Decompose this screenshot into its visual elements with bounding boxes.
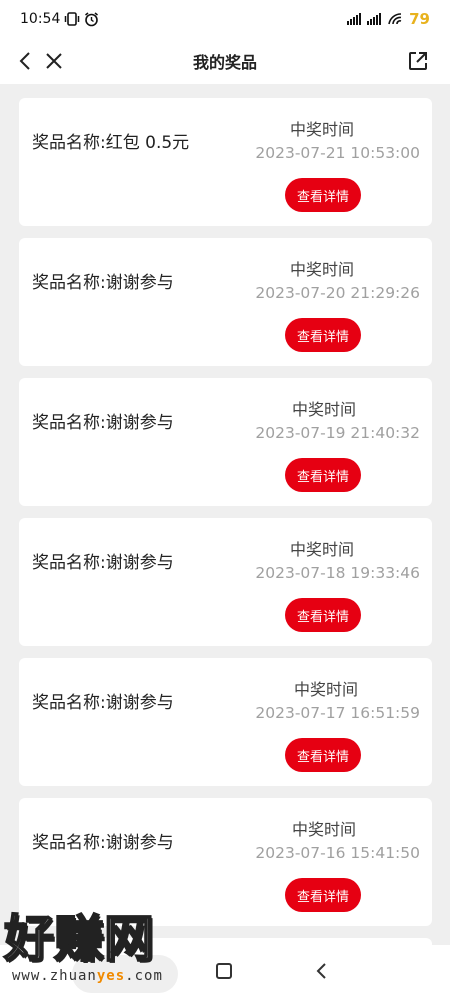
back-triangle-icon[interactable] bbox=[313, 962, 331, 980]
watermark-url: www.zhuanyes.com bbox=[12, 968, 163, 984]
nav-bar: 我的奖品 bbox=[0, 38, 450, 84]
prize-card: 奖品名称:谢谢参与 中奖时间 2023-07-19 21:40:32 查看详情 bbox=[19, 378, 432, 506]
status-right: 79 bbox=[347, 10, 430, 28]
close-icon[interactable] bbox=[42, 49, 66, 73]
win-time-label: 中奖时间 bbox=[293, 680, 358, 699]
status-time: 10:54 bbox=[20, 11, 61, 27]
win-time: 2023-07-20 21:29:26 bbox=[255, 284, 420, 302]
prize-card: 奖品名称:红包 0.5元 中奖时间 2023-07-21 10:53:00 查看… bbox=[19, 98, 432, 226]
signal-icon bbox=[367, 13, 382, 25]
prize-name: 奖品名称:谢谢参与 bbox=[32, 553, 174, 573]
status-left: 10:54 bbox=[20, 11, 99, 27]
battery-level: 79 bbox=[409, 10, 430, 28]
status-bar: 10:54 79 bbox=[0, 0, 450, 38]
win-time: 2023-07-19 21:40:32 bbox=[255, 424, 420, 442]
view-details-button[interactable]: 查看详情 bbox=[285, 318, 361, 352]
view-details-button[interactable]: 查看详情 bbox=[285, 178, 361, 212]
prize-name: 奖品名称:谢谢参与 bbox=[32, 413, 174, 433]
site-watermark: 好赚网 www.zhuanyes.com bbox=[3, 908, 194, 988]
watermark-logo-text: 好赚网 bbox=[3, 909, 155, 969]
win-time-label: 中奖时间 bbox=[291, 400, 356, 419]
prize-card: 奖品名称:谢谢参与 中奖时间 2023-07-18 19:33:46 查看详情 bbox=[19, 518, 432, 646]
prize-list: 奖品名称:红包 0.5元 中奖时间 2023-07-21 10:53:00 查看… bbox=[19, 98, 432, 978]
back-arrow-icon[interactable] bbox=[14, 49, 38, 73]
win-time-label: 中奖时间 bbox=[291, 820, 356, 839]
view-details-button[interactable]: 查看详情 bbox=[285, 458, 361, 492]
prize-card: 奖品名称:谢谢参与 中奖时间 2023-07-16 15:41:50 查看详情 bbox=[19, 798, 432, 926]
prize-name: 奖品名称:红包 0.5元 bbox=[32, 133, 190, 153]
view-details-button[interactable]: 查看详情 bbox=[285, 598, 361, 632]
view-details-button[interactable]: 查看详情 bbox=[285, 738, 361, 772]
win-time: 2023-07-18 19:33:46 bbox=[255, 564, 420, 582]
win-time: 2023-07-16 15:41:50 bbox=[255, 844, 420, 862]
view-details-button[interactable]: 查看详情 bbox=[285, 878, 361, 912]
page-title: 我的奖品 bbox=[192, 53, 257, 72]
win-time-label: 中奖时间 bbox=[289, 260, 354, 279]
share-icon[interactable] bbox=[406, 49, 430, 73]
prize-name: 奖品名称:谢谢参与 bbox=[32, 833, 174, 853]
win-time: 2023-07-17 16:51:59 bbox=[255, 704, 420, 722]
prize-card: 奖品名称:谢谢参与 中奖时间 2023-07-20 21:29:26 查看详情 bbox=[19, 238, 432, 366]
win-time-label: 中奖时间 bbox=[289, 120, 354, 139]
prize-card: 奖品名称:谢谢参与 中奖时间 2023-07-17 16:51:59 查看详情 bbox=[19, 658, 432, 786]
prize-name: 奖品名称:谢谢参与 bbox=[32, 693, 174, 713]
signal-icon bbox=[347, 13, 362, 25]
alarm-icon bbox=[85, 11, 99, 26]
prize-name: 奖品名称:谢谢参与 bbox=[32, 273, 174, 293]
recents-square-icon[interactable] bbox=[216, 963, 232, 979]
win-time: 2023-07-21 10:53:00 bbox=[255, 144, 420, 162]
vibrate-icon bbox=[65, 12, 80, 26]
win-time-label: 中奖时间 bbox=[289, 540, 354, 559]
wifi-icon bbox=[388, 13, 402, 25]
